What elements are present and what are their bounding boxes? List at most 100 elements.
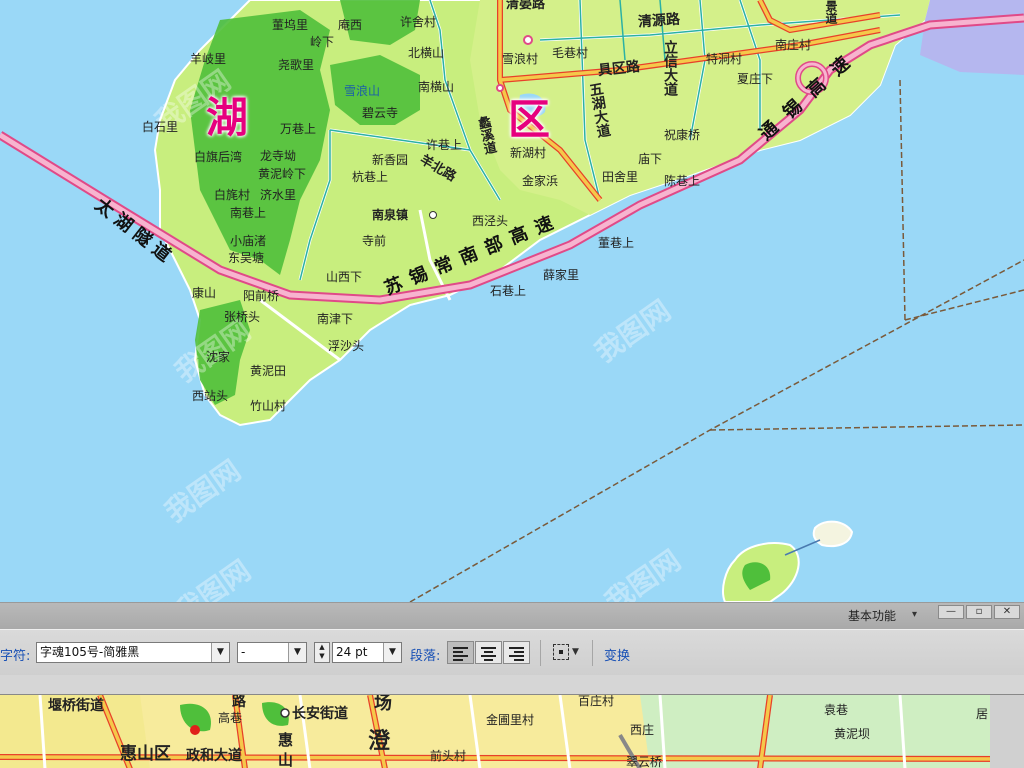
workspace-bar: 基本功能 ▾ — ▫ ✕ [0, 603, 1024, 629]
transform-panel-link[interactable]: 变换 [604, 645, 630, 664]
place-label: 袁巷 [824, 703, 849, 717]
district-label-huishan: 惠山区 [120, 744, 171, 764]
place-label: 金家浜 [522, 174, 559, 188]
ferry-line-3 [899, 79, 906, 321]
map-view-bottom[interactable]: 堰桥街道 高巷 长安街道 金圃里村 惠山区 政和大道 前头村 翠云桥 袁巷 黄泥… [0, 694, 1024, 768]
place-label: 前头村 [430, 749, 467, 763]
place-label: 东吴塘 [228, 251, 265, 265]
reference-point-icon[interactable] [553, 644, 569, 660]
ferry-line-2 [709, 424, 1024, 431]
place-label: 南庄村 [775, 38, 812, 52]
place-label: 济水里 [260, 188, 297, 202]
place-label: 陈巷上 [664, 174, 701, 188]
place-label: 白旗后湾 [194, 150, 243, 164]
align-line [453, 659, 463, 661]
place-label: 白石里 [142, 120, 179, 134]
place-label: 雪浪村 [502, 52, 539, 66]
place-label: 西庄 [630, 723, 655, 737]
place-label: 许巷上 [426, 138, 463, 152]
align-line [484, 659, 493, 661]
spin-up-icon[interactable]: ▲ [315, 643, 329, 652]
place-label: 场 [374, 694, 392, 714]
place-label: 堰桥街道 [48, 698, 104, 714]
place-label: 薛家里 [543, 268, 580, 282]
character-panel-link[interactable]: 字符: [0, 645, 30, 664]
font-family-select[interactable]: 字魂105号-简雅黑 ▼ [36, 642, 230, 663]
place-label: 政和大道 [186, 748, 242, 764]
place-label: 新湖村 [510, 146, 547, 160]
road-label-qingyuan: 清源路 [637, 11, 681, 31]
ferry-line-1 [409, 259, 1024, 602]
place-label: 龙寺坳 [260, 149, 297, 163]
toolbar-separator [592, 640, 593, 666]
align-right-icon [509, 647, 524, 649]
chevron-down-icon[interactable]: ▼ [383, 643, 401, 662]
land-islet [812, 520, 854, 548]
align-line [514, 651, 524, 653]
ferry-line-4 [904, 289, 1024, 321]
chevron-down-icon[interactable]: ▼ [211, 643, 229, 662]
place-label: 惠 [278, 731, 294, 749]
place-label: 路 [232, 694, 246, 710]
place-label: 康山 [192, 286, 217, 300]
align-left-button[interactable] [447, 641, 474, 664]
place-label: 庙下 [638, 152, 663, 166]
paragraph-panel-link[interactable]: 段落: [410, 645, 440, 664]
town-label-nanquan: 南泉镇 [372, 208, 409, 222]
place-label: 尧歌里 [278, 58, 315, 72]
place-label: 长安街道 [292, 706, 348, 722]
place-label: 羊岐里 [190, 52, 227, 66]
place-label: 山 [278, 751, 294, 768]
place-label: 金圃里村 [486, 713, 535, 727]
road-label-qinghe: 清晏路 [506, 0, 546, 12]
place-label: 浮沙头 [328, 339, 365, 353]
map-view-top[interactable]: 我图网 我图网 我图网 我图网 我图网 我图网 湖 区 太湖隧道 苏锡常南部高速… [0, 0, 1024, 602]
place-label: 石巷上 [490, 284, 527, 298]
place-label: 南横山 [418, 80, 455, 94]
place-label: 万巷上 [280, 122, 317, 136]
place-label: 庵西 [338, 18, 363, 32]
place-label: 新香园 [372, 153, 409, 167]
place-label: 夏庄下 [737, 72, 774, 86]
place-label: 北横山 [408, 46, 445, 60]
place-label: 沈家 [206, 350, 231, 364]
chevron-down-icon[interactable]: ▼ [288, 643, 306, 662]
align-line [481, 655, 496, 657]
place-label: 张桥头 [224, 310, 261, 324]
app-toolbar: 基本功能 ▾ — ▫ ✕ 字符: 字魂105号-简雅黑 ▼ - ▼ ▲ ▼ 24… [0, 602, 1024, 694]
place-label: 南津下 [317, 312, 354, 326]
close-button[interactable]: ✕ [994, 605, 1020, 619]
place-label: 碧云寺 [362, 106, 399, 120]
chevron-down-icon[interactable]: ▼ [572, 647, 579, 657]
spin-down-icon[interactable]: ▼ [315, 652, 329, 661]
place-label: 翠云桥 [626, 755, 663, 768]
font-style-select[interactable]: - ▼ [237, 642, 307, 663]
reference-point-dot [559, 650, 563, 654]
chevron-down-icon[interactable]: ▾ [912, 609, 917, 620]
align-line [514, 659, 524, 661]
place-label: 西站头 [192, 389, 229, 403]
align-line [453, 651, 463, 653]
place-label: 杭巷上 [352, 170, 389, 184]
align-right-button[interactable] [503, 641, 530, 664]
workspace-switcher[interactable]: 基本功能 [848, 607, 896, 624]
font-size-stepper[interactable]: ▲ ▼ [314, 642, 330, 663]
restore-button[interactable]: ▫ [966, 605, 992, 619]
place-label: 董巷上 [598, 236, 635, 250]
place-label: 祝康桥 [664, 128, 701, 142]
place-label: 山西下 [326, 270, 363, 284]
place-label: 竹山村 [250, 399, 287, 413]
place-label: 毛巷村 [552, 46, 589, 60]
align-left-icon [453, 647, 468, 649]
district-char-qu: 区 [508, 95, 551, 144]
align-center-button[interactable] [475, 641, 502, 664]
place-label: 西泾头 [472, 214, 509, 228]
place-label: 高巷 [218, 711, 243, 725]
place-label: 田舍里 [602, 170, 639, 184]
place-label: 雪浪山 [344, 84, 381, 98]
district-char-hu: 湖 [206, 93, 249, 142]
minimize-button[interactable]: — [938, 605, 964, 619]
town-marker [429, 211, 437, 219]
font-size-select[interactable]: 24 pt ▼ [332, 642, 402, 663]
place-label: 白旄村 [214, 188, 251, 202]
